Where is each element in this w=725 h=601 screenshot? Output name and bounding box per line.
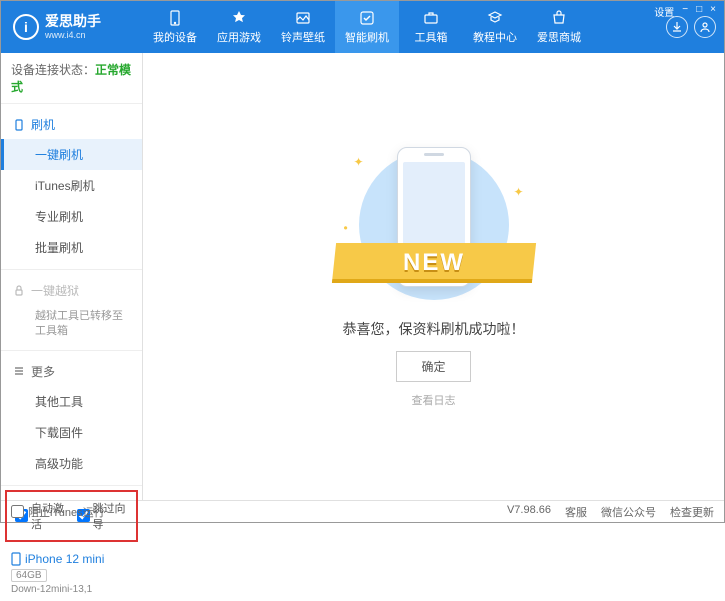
sidebar-header-more[interactable]: 更多 (1, 357, 142, 386)
download-button[interactable] (666, 16, 688, 38)
device-name: iPhone 12 mini (25, 552, 104, 566)
check-update-link[interactable]: 检查更新 (670, 504, 714, 520)
sidebar-header-flash[interactable]: 刷机 (1, 110, 142, 139)
user-icon (699, 21, 711, 33)
top-nav: 我的设备 应用游戏 铃声壁纸 智能刷机 工具箱 教程中心 爱思商城 (143, 1, 658, 53)
maximize-button[interactable]: □ (696, 4, 702, 19)
device-storage: 64GB (11, 569, 47, 582)
sidebar-item-batch-flash[interactable]: 批量刷机 (1, 232, 142, 263)
sidebar-item-pro-flash[interactable]: 专业刷机 (1, 201, 142, 232)
view-log-link[interactable]: 查看日志 (412, 392, 456, 408)
lock-icon (13, 285, 25, 297)
apps-icon (231, 10, 247, 26)
device-icon (11, 552, 21, 566)
success-illustration: ✦ ✦ • NEW (324, 145, 544, 305)
window-controls: 设置 − □ × (654, 4, 716, 19)
nav-toolbox[interactable]: 工具箱 (399, 1, 463, 53)
main-content: ✦ ✦ • NEW 恭喜您，保资料刷机成功啦！ 确定 查看日志 (143, 53, 724, 500)
close-button[interactable]: × (710, 4, 716, 19)
device-model: Down-12mini-13,1 (11, 584, 132, 595)
logo-icon: i (13, 14, 39, 40)
settings-link[interactable]: 设置 (654, 4, 674, 19)
brand-name: 爱思助手 (45, 14, 101, 29)
checkbox-block-itunes[interactable]: 阻止iTunes运行 (11, 504, 105, 520)
titlebar: i 爱思助手 www.i4.cn 我的设备 应用游戏 铃声壁纸 智能刷机 工具箱 (1, 1, 724, 53)
sidebar: 设备连接状态：正常模式 刷机 一键刷机 iTunes刷机 专业刷机 批量刷机 一… (1, 53, 143, 500)
brand-logo: i 爱思助手 www.i4.cn (1, 14, 143, 40)
store-icon (551, 10, 567, 26)
service-link[interactable]: 客服 (565, 504, 587, 520)
sidebar-item-advanced[interactable]: 高级功能 (1, 448, 142, 479)
sidebar-item-other-tools[interactable]: 其他工具 (1, 386, 142, 417)
flash-icon (359, 10, 375, 26)
ok-button[interactable]: 确定 (396, 351, 470, 382)
nav-store[interactable]: 爱思商城 (527, 1, 591, 53)
nav-my-device[interactable]: 我的设备 (143, 1, 207, 53)
sidebar-item-itunes-flash[interactable]: iTunes刷机 (1, 170, 142, 201)
nav-tutorial[interactable]: 教程中心 (463, 1, 527, 53)
new-banner: NEW (331, 243, 535, 283)
device-info[interactable]: iPhone 12 mini 64GB Down-12mini-13,1 (1, 546, 142, 601)
phone-icon (13, 119, 25, 131)
nav-ring-wall[interactable]: 铃声壁纸 (271, 1, 335, 53)
phone-icon (167, 10, 183, 26)
nav-smart-flash[interactable]: 智能刷机 (335, 1, 399, 53)
jailbreak-note: 越狱工具已转移至工具箱 (1, 305, 142, 344)
nav-apps-games[interactable]: 应用游戏 (207, 1, 271, 53)
wallpaper-icon (295, 10, 311, 26)
tutorial-icon (487, 10, 503, 26)
user-button[interactable] (694, 16, 716, 38)
toolbox-icon (423, 10, 439, 26)
minimize-button[interactable]: − (682, 4, 688, 19)
sidebar-item-download-fw[interactable]: 下载固件 (1, 417, 142, 448)
connection-status: 设备连接状态：正常模式 (1, 53, 142, 104)
wechat-link[interactable]: 微信公众号 (601, 504, 656, 520)
menu-icon (13, 365, 25, 377)
sidebar-header-jailbreak[interactable]: 一键越狱 (1, 276, 142, 305)
success-message: 恭喜您，保资料刷机成功啦！ (343, 319, 525, 339)
version-label: V7.98.66 (507, 504, 551, 520)
download-icon (671, 21, 683, 33)
sidebar-item-oneclick-flash[interactable]: 一键刷机 (1, 139, 142, 170)
brand-url: www.i4.cn (45, 30, 101, 40)
